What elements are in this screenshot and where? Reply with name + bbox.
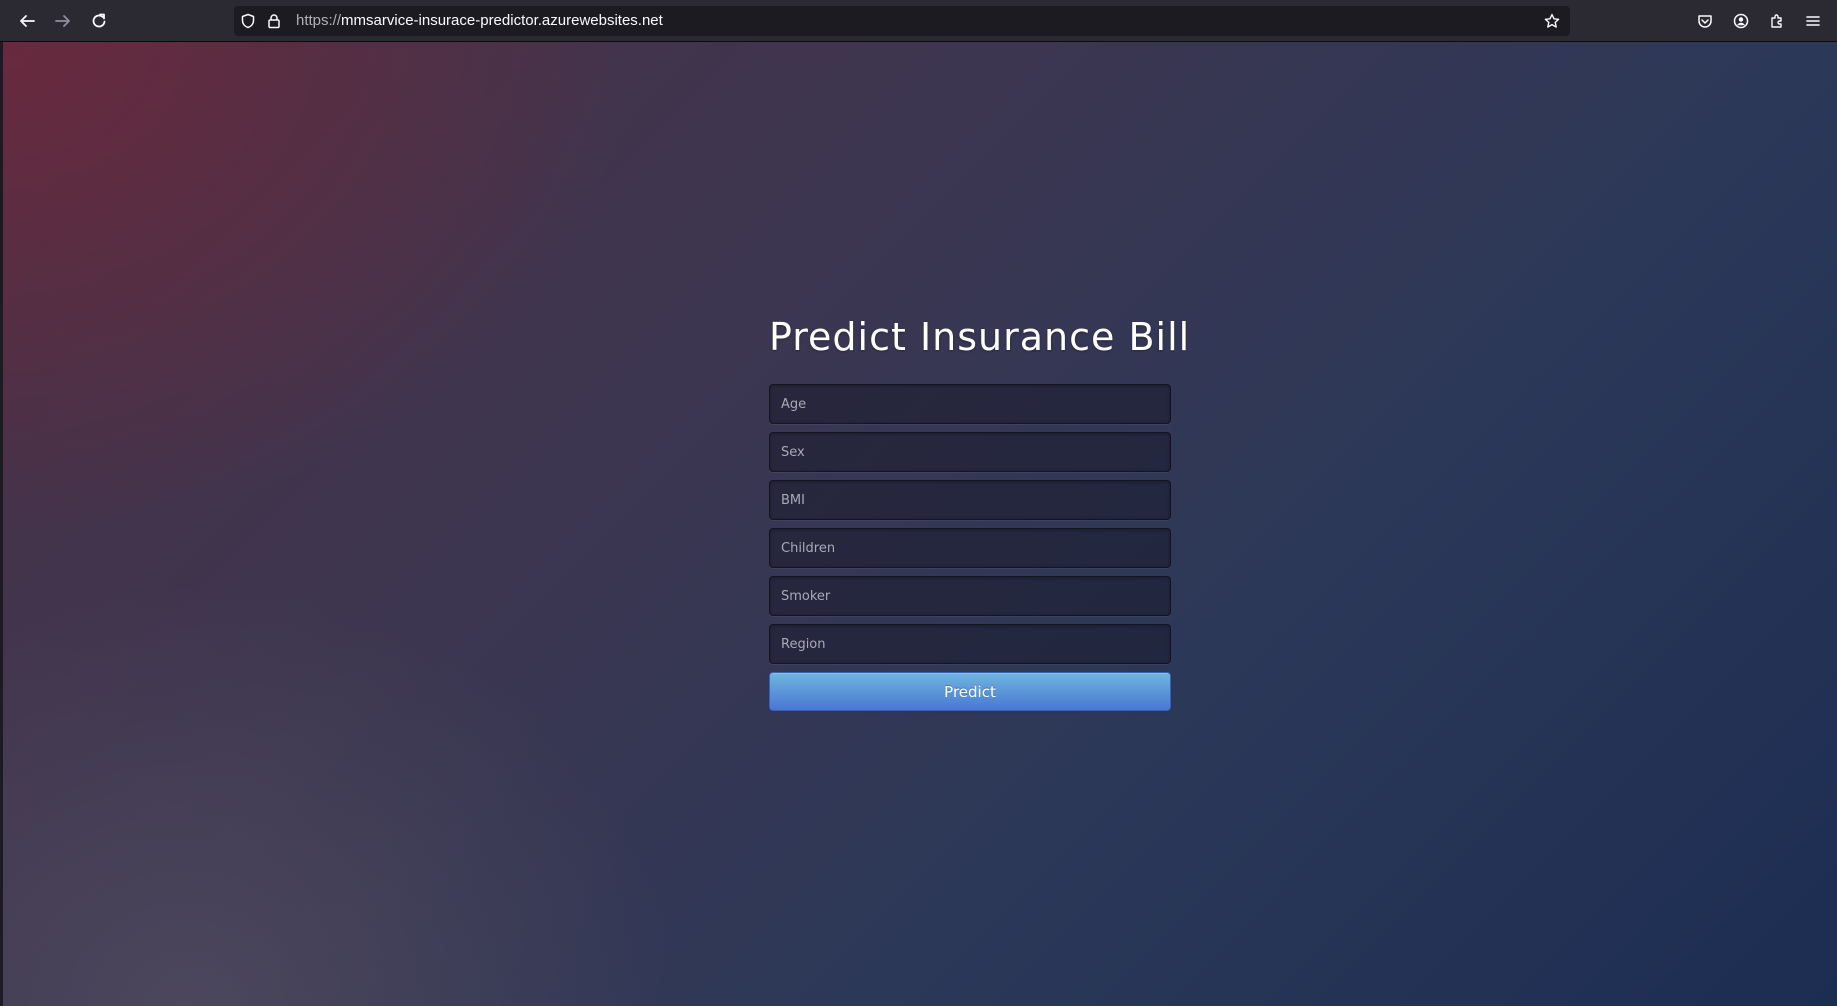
menu-button[interactable]: [1798, 6, 1828, 36]
forward-arrow-icon: [55, 15, 70, 27]
url-host: mmsarvice-insurace-predictor.azurewebsit…: [341, 12, 663, 29]
children-input[interactable]: [769, 528, 1171, 568]
pocket-button[interactable]: [1690, 6, 1720, 36]
star-icon[interactable]: [1544, 13, 1560, 29]
url-scheme: https://: [296, 12, 342, 29]
pocket-icon: [1698, 15, 1712, 28]
smoker-input[interactable]: [769, 576, 1171, 616]
page-title: Predict Insurance Bill: [769, 315, 1191, 359]
age-input[interactable]: [769, 384, 1171, 424]
reload-button[interactable]: [84, 6, 114, 36]
lock-icon[interactable]: [266, 13, 282, 29]
shield-icon[interactable]: [240, 13, 256, 29]
predict-button[interactable]: Predict: [769, 672, 1171, 711]
puzzle-icon: [1771, 14, 1782, 28]
predict-form-container: Predict Insurance Bill Predict: [769, 300, 1191, 711]
reload-icon: [92, 13, 106, 28]
account-icon: [1733, 13, 1749, 29]
account-button[interactable]: [1726, 6, 1756, 36]
url-bar[interactable]: https://mmsarvice-insurace-predictor.azu…: [234, 6, 1570, 36]
page-viewport: Predict Insurance Bill Predict: [3, 42, 1837, 1006]
url-text[interactable]: https://mmsarvice-insurace-predictor.azu…: [296, 6, 663, 36]
forward-button[interactable]: [48, 6, 78, 36]
sex-input[interactable]: [769, 432, 1171, 472]
extensions-button[interactable]: [1762, 6, 1792, 36]
hamburger-menu-icon: [1806, 16, 1820, 26]
back-arrow-icon: [20, 15, 35, 27]
back-button[interactable]: [12, 6, 42, 36]
bmi-input[interactable]: [769, 480, 1171, 520]
region-input[interactable]: [769, 624, 1171, 664]
predict-form: Predict: [769, 384, 1171, 711]
browser-toolbar: https://mmsarvice-insurace-predictor.azu…: [0, 0, 1837, 42]
